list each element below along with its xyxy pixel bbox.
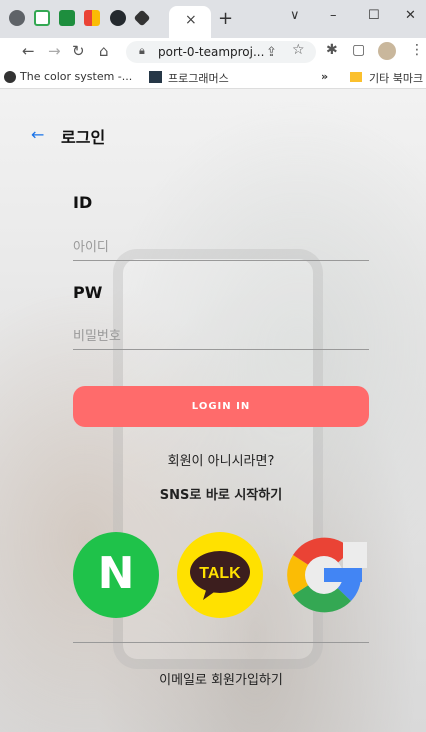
divider [73, 642, 369, 643]
new-tab-button[interactable]: + [218, 8, 233, 29]
pw-label: PW [73, 283, 103, 302]
forward-nav-icon[interactable]: → [48, 42, 61, 60]
kakao-login-button[interactable]: TALK [177, 532, 263, 618]
sidepanel-icon[interactable]: ▢ [352, 42, 365, 58]
google-login-button[interactable] [281, 532, 367, 618]
sns-start-text: SNS로 바로 시작하기 [159, 488, 283, 503]
id-label: ID [73, 193, 93, 212]
bookmark-programmers[interactable]: 프로그래머스 [168, 70, 229, 86]
bookmark-color-system[interactable]: The color system -... [20, 70, 132, 83]
id-input[interactable] [73, 234, 369, 261]
close-window-button[interactable]: ✕ [405, 8, 416, 23]
lock-icon: 🔒︎ [139, 44, 145, 57]
home-icon[interactable]: ⌂ [99, 42, 109, 60]
kakao-talk-text: TALK [199, 565, 241, 582]
tab-search-icon[interactable]: ∨ [290, 8, 300, 23]
tab-strip: × + ∨ – ☐ ✕ [0, 0, 426, 38]
share-icon[interactable]: ⇪ [266, 45, 277, 60]
page-title: 로그인 [61, 128, 106, 147]
github-bookmark-icon [4, 71, 16, 83]
minimize-button[interactable]: – [330, 8, 337, 23]
reload-icon[interactable]: ↻ [72, 42, 85, 60]
sheets-tab-icon[interactable] [59, 10, 75, 26]
menu-icon[interactable]: ⋮ [410, 42, 424, 58]
folder-icon [350, 72, 362, 82]
google-g-icon [287, 537, 367, 613]
back-nav-icon[interactable]: ← [22, 42, 35, 60]
email-signup-link[interactable]: 이메일로 회원가입하기 [73, 669, 369, 688]
chrome-tab-icon[interactable] [9, 10, 25, 26]
url-text[interactable]: port-0-teamproj... [158, 45, 264, 59]
kakao-talk-icon: TALK [190, 551, 250, 600]
back-arrow-icon[interactable]: ← [31, 125, 44, 144]
password-input[interactable] [73, 323, 369, 350]
login-button[interactable]: LOGIN IN [73, 386, 369, 427]
diamond-tab-icon[interactable] [133, 9, 151, 27]
colorful-tab-icon[interactable] [84, 10, 100, 26]
extensions-icon[interactable]: ✱ [326, 42, 338, 58]
naver-login-button[interactable]: N [73, 532, 159, 618]
star-icon[interactable]: ☆ [292, 42, 305, 58]
close-tab-icon[interactable]: × [185, 12, 197, 28]
github-tab-icon[interactable] [110, 10, 126, 26]
profile-avatar[interactable] [378, 42, 396, 60]
google-tab-icon[interactable] [34, 10, 50, 26]
naver-n-icon: N [97, 548, 135, 599]
bookmark-overflow[interactable]: » [321, 70, 328, 83]
programmers-icon [149, 71, 162, 83]
other-bookmarks[interactable]: 기타 북마크 [369, 70, 423, 86]
maximize-button[interactable]: ☐ [368, 8, 380, 23]
not-member-text: 회원이 아니시라면? [167, 454, 275, 469]
